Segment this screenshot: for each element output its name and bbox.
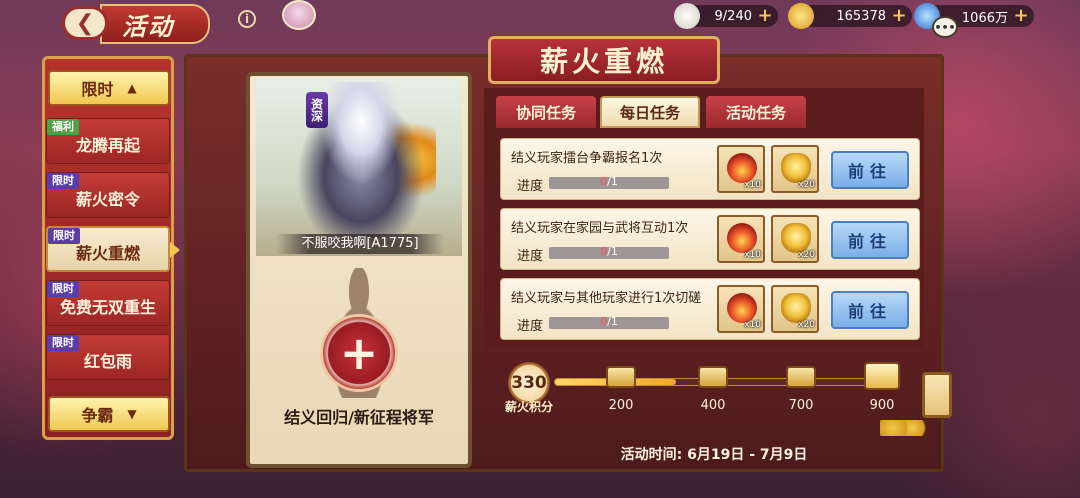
tab-event[interactable]: 活动任务 xyxy=(706,96,806,128)
progress-label: 进度 xyxy=(517,249,544,264)
resource-gold-value: 165378 xyxy=(836,8,886,24)
page-title: 活动 xyxy=(100,4,210,44)
chat-icon[interactable]: ••• xyxy=(932,16,958,38)
task-description: 结义玩家擂台争霸报名1次 xyxy=(511,151,663,166)
welfare-tag: 福利 xyxy=(47,119,79,135)
go-button[interactable]: 前往 xyxy=(831,151,909,189)
sidebar-item-label: 红包雨 xyxy=(83,352,132,371)
gold-ingot-icon xyxy=(781,293,811,323)
milestone-value: 700 xyxy=(788,398,814,413)
points-label: 薪火积分 xyxy=(504,400,553,414)
add-coin-button[interactable]: + xyxy=(1012,7,1030,25)
milestone-chest-400[interactable] xyxy=(698,366,728,392)
gold-ingot-icon xyxy=(781,223,811,253)
resource-gold: 165378 + xyxy=(788,3,912,29)
info-icon[interactable]: i xyxy=(238,10,256,28)
add-partner-button[interactable]: + xyxy=(320,314,398,392)
progress-bar: 0/1 xyxy=(549,245,669,259)
progress-label: 进度 xyxy=(517,179,544,194)
progress-bar: 0/1 xyxy=(549,315,669,329)
fire-bowl-icon xyxy=(727,153,757,183)
chevron-down-icon: ▼ xyxy=(127,407,137,421)
sidebar-group-label: 限时 xyxy=(81,80,114,99)
event-time: 活动时间: 6月19日 - 7月9日 xyxy=(620,447,808,463)
reward-item[interactable]: x10 xyxy=(717,145,765,193)
milestone-chest-900[interactable] xyxy=(864,362,900,392)
sidebar-item-label: 免费无双重生 xyxy=(59,298,156,317)
progress-text: 0/1 xyxy=(600,175,618,188)
reward-count: x10 xyxy=(744,320,761,330)
milestone-value: 900 xyxy=(869,398,895,413)
milestone-chest-200[interactable] xyxy=(606,366,636,392)
sidebar-group-contest[interactable]: 争霸 ▼ xyxy=(48,396,170,432)
limited-tag: 限时 xyxy=(47,281,79,297)
sidebar-item-label: 龙腾再起 xyxy=(75,136,140,155)
reward-item[interactable]: x10 xyxy=(717,215,765,263)
reward-item[interactable]: x10 xyxy=(717,285,765,333)
task-row: 结义玩家擂台争霸报名1次 进度 0/1 x10 x20 前往 xyxy=(500,138,920,200)
top-bar: 活动 ❮ i 9/240 + 165378 + 1066万 + ••• xyxy=(0,0,1080,44)
reward-count: x20 xyxy=(798,180,815,190)
tab-daily[interactable]: 每日任务 xyxy=(600,96,700,128)
limited-tag: 限时 xyxy=(47,173,79,189)
sidebar-item-label: 薪火重燃 xyxy=(75,244,140,263)
add-gold-button[interactable]: + xyxy=(890,7,908,25)
reward-item[interactable]: x20 xyxy=(771,215,819,263)
reward-item[interactable]: x20 xyxy=(771,145,819,193)
lantern-decoration xyxy=(922,372,952,418)
reward-count: x10 xyxy=(744,180,761,190)
progress-text: 0/1 xyxy=(600,245,618,258)
reward-count: x10 xyxy=(744,250,761,260)
sidebar-group-label: 争霸 xyxy=(81,406,114,425)
task-row: 结义玩家在家园与武将互动1次 进度 0/1 x10 x20 前往 xyxy=(500,208,920,270)
event-title-banner: 薪火重燃 xyxy=(488,36,720,84)
return-label: 结义回归/新征程将军 xyxy=(284,408,434,427)
progress-bar: 0/1 xyxy=(549,175,669,189)
sidebar-item-label: 薪火密令 xyxy=(75,190,140,209)
chest-icon xyxy=(606,366,636,388)
reward-count: x20 xyxy=(798,250,815,260)
fire-bowl-icon xyxy=(727,293,757,323)
task-row: 结义玩家与其他玩家进行1次切磋 进度 0/1 x10 x20 前往 xyxy=(500,278,920,340)
gold-ingot-icon xyxy=(781,153,811,183)
progress-text: 0/1 xyxy=(600,315,618,328)
back-button[interactable]: ❮ xyxy=(62,6,108,40)
milestone-value: 400 xyxy=(700,398,726,413)
sidebar-item-xinhuo-miling[interactable]: 限时 薪火密令 xyxy=(46,172,170,218)
milestone-chest-700[interactable] xyxy=(786,366,816,392)
go-button[interactable]: 前往 xyxy=(831,221,909,259)
chest-icon xyxy=(786,366,816,388)
coins-decoration xyxy=(880,420,930,436)
add-stamina-button[interactable]: + xyxy=(756,7,774,25)
hero-name: 不服咬我啊[A1775] xyxy=(276,234,444,254)
gold-ingot-icon xyxy=(788,3,814,29)
plus-icon: + xyxy=(339,326,379,380)
resource-stamina: 9/240 + xyxy=(674,3,778,29)
sidebar-item-free-rebirth[interactable]: 限时 免费无双重生 xyxy=(46,280,170,326)
go-button[interactable]: 前往 xyxy=(831,291,909,329)
tab-cooperative[interactable]: 协同任务 xyxy=(496,96,596,128)
task-description: 结义玩家与其他玩家进行1次切磋 xyxy=(511,291,702,306)
chest-icon xyxy=(698,366,728,388)
limited-tag: 限时 xyxy=(47,335,79,351)
back-arrow-icon: ❮ xyxy=(75,10,95,36)
avatar[interactable] xyxy=(282,0,316,30)
progress-label: 进度 xyxy=(517,319,544,334)
resource-stamina-value: 9/240 xyxy=(714,8,752,24)
sidebar-item-xinhuo-chongran[interactable]: 限时 薪火重燃 xyxy=(46,226,180,272)
reward-item[interactable]: x20 xyxy=(771,285,819,333)
chevron-up-icon: ▲ xyxy=(127,81,137,95)
sidebar-item-longteng[interactable]: 福利 龙腾再起 xyxy=(46,118,170,164)
reward-count: x20 xyxy=(798,320,815,330)
limited-tag: 限时 xyxy=(48,228,80,244)
task-description: 结义玩家在家园与武将互动1次 xyxy=(511,221,689,236)
sidebar-item-red-packet[interactable]: 限时 红包雨 xyxy=(46,334,170,380)
fire-bowl-icon xyxy=(727,223,757,253)
rice-cake-icon xyxy=(674,3,700,29)
resource-coin-value: 1066万 xyxy=(961,10,1008,26)
milestone-value: 200 xyxy=(608,398,634,413)
rank-badge: 资深 xyxy=(306,92,328,128)
large-chest-icon xyxy=(864,362,900,390)
sidebar-group-limited[interactable]: 限时 ▲ xyxy=(48,70,170,106)
